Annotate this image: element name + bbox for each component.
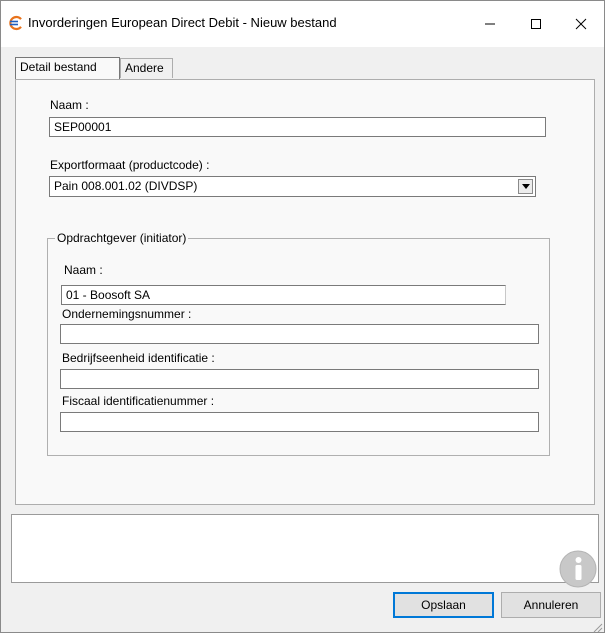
euro-icon	[9, 15, 22, 31]
export-format-select[interactable]: Pain 008.001.02 (DIVDSP)	[49, 176, 536, 197]
chevron-down-icon	[521, 184, 530, 189]
minimize-icon	[485, 23, 495, 25]
name-field[interactable]: SEP00001	[49, 117, 546, 137]
initiator-name-label: Naam :	[64, 263, 103, 277]
minimize-button[interactable]	[467, 1, 513, 47]
export-format-label: Exportformaat (productcode) :	[50, 158, 210, 172]
save-button[interactable]: Opslaan	[393, 592, 494, 618]
initiator-name-field[interactable]: 01 - Boosoft SA	[61, 285, 506, 305]
resize-grip-icon[interactable]	[591, 621, 603, 633]
window-title: Invorderingen European Direct Debit - Ni…	[28, 15, 337, 30]
dropdown-button[interactable]	[518, 179, 533, 194]
info-icon	[559, 550, 597, 588]
title-bar[interactable]: Invorderingen European Direct Debit - Ni…	[1, 1, 604, 47]
tab-detail-bestand[interactable]: Detail bestand	[15, 57, 120, 79]
dialog-window: Invorderingen European Direct Debit - Ni…	[0, 0, 605, 633]
close-icon	[575, 18, 587, 30]
business-unit-field[interactable]	[60, 369, 539, 389]
tax-id-label: Fiscaal identificatienummer :	[62, 394, 215, 408]
business-unit-label: Bedrijfseenheid identificatie :	[62, 351, 215, 365]
cancel-button[interactable]: Annuleren	[501, 592, 601, 618]
maximize-icon	[531, 19, 541, 29]
name-label: Naam :	[50, 98, 89, 112]
company-number-label: Ondernemingsnummer :	[62, 307, 192, 321]
maximize-button[interactable]	[513, 1, 559, 47]
company-number-field[interactable]	[60, 324, 539, 344]
info-panel	[11, 514, 599, 583]
close-button[interactable]	[558, 1, 604, 47]
tab-andere[interactable]: Andere	[120, 58, 173, 78]
tax-id-field[interactable]	[60, 412, 539, 432]
initiator-group-title: Opdrachtgever (initiator)	[55, 231, 189, 245]
export-format-value: Pain 008.001.02 (DIVDSP)	[54, 179, 198, 193]
